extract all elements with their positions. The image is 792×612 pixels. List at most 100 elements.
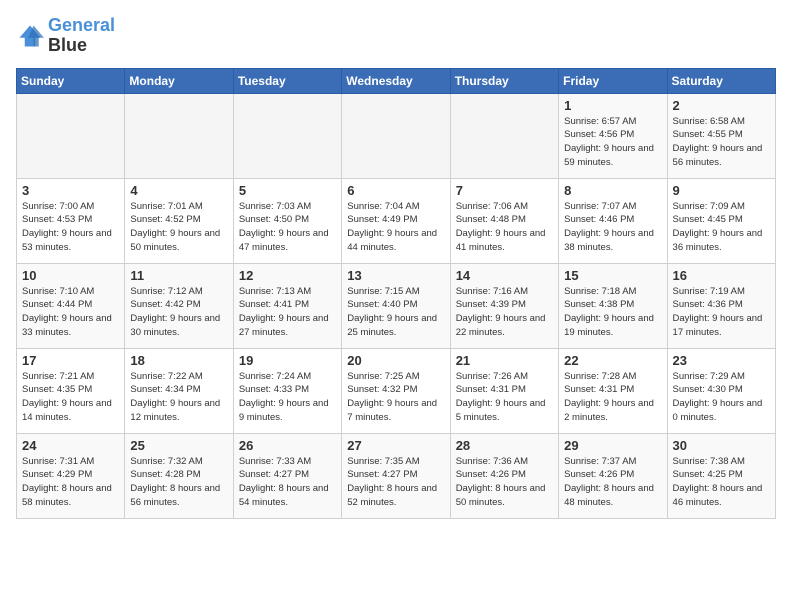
- day-info: Sunrise: 7:00 AM Sunset: 4:53 PM Dayligh…: [22, 200, 119, 255]
- calendar-week-5: 24 Sunrise: 7:31 AM Sunset: 4:29 PM Dayli…: [17, 433, 776, 518]
- day-number: 24: [22, 438, 119, 453]
- day-number: 12: [239, 268, 336, 283]
- calendar-week-3: 10 Sunrise: 7:10 AM Sunset: 4:44 PM Dayli…: [17, 263, 776, 348]
- day-info: Sunrise: 7:01 AM Sunset: 4:52 PM Dayligh…: [130, 200, 227, 255]
- calendar-cell: 28 Sunrise: 7:36 AM Sunset: 4:26 PM Dayli…: [450, 433, 558, 518]
- calendar-table: SundayMondayTuesdayWednesdayThursdayFrid…: [16, 68, 776, 519]
- calendar-cell: 3 Sunrise: 7:00 AM Sunset: 4:53 PM Daylig…: [17, 178, 125, 263]
- header-saturday: Saturday: [667, 68, 775, 93]
- calendar-cell: 5 Sunrise: 7:03 AM Sunset: 4:50 PM Daylig…: [233, 178, 341, 263]
- day-info: Sunrise: 7:12 AM Sunset: 4:42 PM Dayligh…: [130, 285, 227, 340]
- day-number: 27: [347, 438, 444, 453]
- day-info: Sunrise: 7:35 AM Sunset: 4:27 PM Dayligh…: [347, 455, 444, 510]
- day-info: Sunrise: 7:03 AM Sunset: 4:50 PM Dayligh…: [239, 200, 336, 255]
- day-number: 21: [456, 353, 553, 368]
- day-number: 19: [239, 353, 336, 368]
- calendar-cell: 4 Sunrise: 7:01 AM Sunset: 4:52 PM Daylig…: [125, 178, 233, 263]
- day-info: Sunrise: 7:28 AM Sunset: 4:31 PM Dayligh…: [564, 370, 661, 425]
- calendar-cell: 29 Sunrise: 7:37 AM Sunset: 4:26 PM Dayli…: [559, 433, 667, 518]
- day-info: Sunrise: 6:57 AM Sunset: 4:56 PM Dayligh…: [564, 115, 661, 170]
- calendar-cell: 13 Sunrise: 7:15 AM Sunset: 4:40 PM Dayli…: [342, 263, 450, 348]
- day-info: Sunrise: 7:16 AM Sunset: 4:39 PM Dayligh…: [456, 285, 553, 340]
- day-number: 4: [130, 183, 227, 198]
- calendar-cell: 25 Sunrise: 7:32 AM Sunset: 4:28 PM Dayli…: [125, 433, 233, 518]
- day-info: Sunrise: 7:15 AM Sunset: 4:40 PM Dayligh…: [347, 285, 444, 340]
- day-number: 23: [673, 353, 770, 368]
- day-number: 20: [347, 353, 444, 368]
- day-number: 5: [239, 183, 336, 198]
- day-number: 28: [456, 438, 553, 453]
- day-number: 15: [564, 268, 661, 283]
- day-number: 7: [456, 183, 553, 198]
- header-friday: Friday: [559, 68, 667, 93]
- logo-icon: [16, 22, 44, 50]
- day-info: Sunrise: 7:29 AM Sunset: 4:30 PM Dayligh…: [673, 370, 770, 425]
- day-info: Sunrise: 7:04 AM Sunset: 4:49 PM Dayligh…: [347, 200, 444, 255]
- day-number: 9: [673, 183, 770, 198]
- calendar-cell: 21 Sunrise: 7:26 AM Sunset: 4:31 PM Dayli…: [450, 348, 558, 433]
- day-number: 8: [564, 183, 661, 198]
- day-number: 2: [673, 98, 770, 113]
- day-info: Sunrise: 7:18 AM Sunset: 4:38 PM Dayligh…: [564, 285, 661, 340]
- day-number: 29: [564, 438, 661, 453]
- day-number: 3: [22, 183, 119, 198]
- day-number: 26: [239, 438, 336, 453]
- day-number: 18: [130, 353, 227, 368]
- day-info: Sunrise: 7:31 AM Sunset: 4:29 PM Dayligh…: [22, 455, 119, 510]
- calendar-cell: 12 Sunrise: 7:13 AM Sunset: 4:41 PM Dayli…: [233, 263, 341, 348]
- day-number: 25: [130, 438, 227, 453]
- calendar-week-1: 1 Sunrise: 6:57 AM Sunset: 4:56 PM Daylig…: [17, 93, 776, 178]
- day-info: Sunrise: 7:26 AM Sunset: 4:31 PM Dayligh…: [456, 370, 553, 425]
- calendar-cell: 17Sunrise: 7:21 AM Sunset: 4:35 PM Dayli…: [17, 348, 125, 433]
- day-info: Sunrise: 7:32 AM Sunset: 4:28 PM Dayligh…: [130, 455, 227, 510]
- calendar-cell: 11 Sunrise: 7:12 AM Sunset: 4:42 PM Dayli…: [125, 263, 233, 348]
- day-number: 16: [673, 268, 770, 283]
- header-sunday: Sunday: [17, 68, 125, 93]
- calendar-cell: 8 Sunrise: 7:07 AM Sunset: 4:46 PM Daylig…: [559, 178, 667, 263]
- calendar-cell: 1 Sunrise: 6:57 AM Sunset: 4:56 PM Daylig…: [559, 93, 667, 178]
- calendar-cell: 30 Sunrise: 7:38 AM Sunset: 4:25 PM Dayli…: [667, 433, 775, 518]
- calendar-cell: [17, 93, 125, 178]
- day-number: 6: [347, 183, 444, 198]
- day-info: Sunrise: 7:25 AM Sunset: 4:32 PM Dayligh…: [347, 370, 444, 425]
- day-info: Sunrise: 7:07 AM Sunset: 4:46 PM Dayligh…: [564, 200, 661, 255]
- logo-text: General Blue: [48, 16, 115, 56]
- day-info: Sunrise: 7:33 AM Sunset: 4:27 PM Dayligh…: [239, 455, 336, 510]
- calendar-cell: 26 Sunrise: 7:33 AM Sunset: 4:27 PM Dayli…: [233, 433, 341, 518]
- calendar-cell: 19 Sunrise: 7:24 AM Sunset: 4:33 PM Dayli…: [233, 348, 341, 433]
- day-number: 30: [673, 438, 770, 453]
- day-info: Sunrise: 7:36 AM Sunset: 4:26 PM Dayligh…: [456, 455, 553, 510]
- calendar-cell: 6 Sunrise: 7:04 AM Sunset: 4:49 PM Daylig…: [342, 178, 450, 263]
- logo: General Blue: [16, 16, 115, 56]
- day-number: 13: [347, 268, 444, 283]
- calendar-week-4: 17Sunrise: 7:21 AM Sunset: 4:35 PM Dayli…: [17, 348, 776, 433]
- day-info: Sunrise: 6:58 AM Sunset: 4:55 PM Dayligh…: [673, 115, 770, 170]
- day-info: Sunrise: 7:10 AM Sunset: 4:44 PM Dayligh…: [22, 285, 119, 340]
- header-thursday: Thursday: [450, 68, 558, 93]
- day-info: Sunrise: 7:38 AM Sunset: 4:25 PM Dayligh…: [673, 455, 770, 510]
- day-info: Sunrise: 7:19 AM Sunset: 4:36 PM Dayligh…: [673, 285, 770, 340]
- day-number: 22: [564, 353, 661, 368]
- calendar-cell: 7 Sunrise: 7:06 AM Sunset: 4:48 PM Daylig…: [450, 178, 558, 263]
- calendar-cell: [342, 93, 450, 178]
- calendar-cell: 27 Sunrise: 7:35 AM Sunset: 4:27 PM Dayli…: [342, 433, 450, 518]
- calendar-cell: 9 Sunrise: 7:09 AM Sunset: 4:45 PM Daylig…: [667, 178, 775, 263]
- header-tuesday: Tuesday: [233, 68, 341, 93]
- day-number: 1: [564, 98, 661, 113]
- day-number: 14: [456, 268, 553, 283]
- day-info: Sunrise: 7:21 AM Sunset: 4:35 PM Dayligh…: [22, 370, 119, 425]
- calendar-cell: 14 Sunrise: 7:16 AM Sunset: 4:39 PM Dayli…: [450, 263, 558, 348]
- calendar-cell: [233, 93, 341, 178]
- day-number: 11: [130, 268, 227, 283]
- calendar-cell: 20 Sunrise: 7:25 AM Sunset: 4:32 PM Dayli…: [342, 348, 450, 433]
- day-info: Sunrise: 7:24 AM Sunset: 4:33 PM Dayligh…: [239, 370, 336, 425]
- day-info: Sunrise: 7:37 AM Sunset: 4:26 PM Dayligh…: [564, 455, 661, 510]
- day-info: Sunrise: 7:13 AM Sunset: 4:41 PM Dayligh…: [239, 285, 336, 340]
- day-info: Sunrise: 7:09 AM Sunset: 4:45 PM Dayligh…: [673, 200, 770, 255]
- calendar-cell: 2 Sunrise: 6:58 AM Sunset: 4:55 PM Daylig…: [667, 93, 775, 178]
- day-info: Sunrise: 7:06 AM Sunset: 4:48 PM Dayligh…: [456, 200, 553, 255]
- calendar-cell: [450, 93, 558, 178]
- header-monday: Monday: [125, 68, 233, 93]
- page-header: General Blue: [16, 16, 776, 56]
- day-number: 10: [22, 268, 119, 283]
